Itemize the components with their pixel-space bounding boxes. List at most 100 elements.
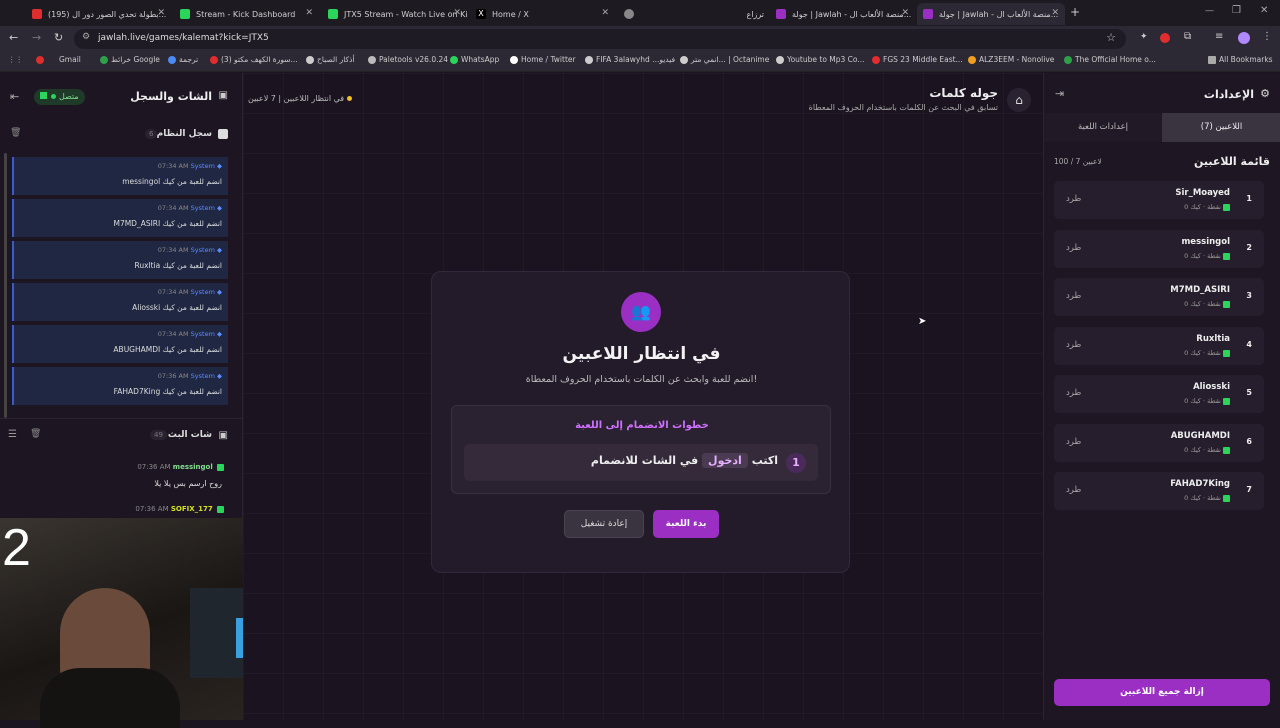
kick-player-button[interactable]: طرد [1066,291,1081,301]
streamer-shoulders [40,668,180,728]
player-row: 6 ABUGHAMDI 0 نقطة · كيك طرد [1054,424,1264,462]
bookmark-maps[interactable]: خرائط Google [100,55,160,64]
trash-icon[interactable]: 🗑 [30,429,41,439]
close-tab-icon[interactable]: ✕ [305,8,313,18]
bookmark-yt-mp3[interactable]: Youtube to Mp3 Co... [776,55,865,64]
log-icon [218,129,228,139]
player-row: 5 Aliosski 0 نقطة · كيك طرد [1054,375,1264,413]
join-steps-box: خطوات الانضمام إلى اللعبة 1 اكتب ادخول ف… [451,405,831,494]
panel-title: الإعدادات [1203,88,1254,101]
menu-icon[interactable]: ⋮ [1262,31,1272,42]
player-row: 4 Ruxltia 0 نقطة · كيك طرد [1054,327,1264,365]
bookmark-paletools[interactable]: Paletools v26.0.24 [368,55,448,64]
forward-icon[interactable]: → [32,31,41,44]
kick-icon [1223,397,1230,405]
browser-tab-active[interactable]: جولة | Jawlah - منصة الألعاب ال... ✕ [917,3,1065,25]
new-tab-icon[interactable]: + [1070,5,1080,19]
modal-subtitle: انضم للعبة وابحث عن الكلمات باستخدام الح… [525,374,758,385]
extension-icon[interactable]: ✦ [1140,32,1148,42]
collapse-panel-icon[interactable]: ⇥ [1055,87,1064,100]
reload-icon[interactable]: ↻ [54,31,63,44]
kick-icon [217,505,224,513]
kick-icon [217,463,224,471]
kick-player-button[interactable]: طرد [1066,437,1081,447]
browser-tab[interactable]: ترزاع [690,3,770,25]
tab-game-settings[interactable]: إعدادات اللعبة [1044,113,1162,142]
x-icon: X [476,9,486,19]
scrollbar[interactable] [4,153,7,418]
page-icon [776,56,784,64]
players-icon: 👥 [621,292,661,332]
bookmark-quran[interactable]: (3) سورة الكهف مكتو... [210,55,298,64]
bookmark-translate[interactable]: ترجمة [168,55,198,64]
page-icon [585,56,593,64]
all-bookmarks[interactable]: All Bookmarks [1208,55,1273,64]
step-item: 1 اكتب ادخول في الشات للانضمام [464,444,818,481]
minimize-icon[interactable]: — [1205,6,1214,16]
browser-tab[interactable]: (195) بطولة تحدي الصور دور ال... ✕ [26,3,171,25]
system-log-title: سجل النظام [156,129,212,139]
collapse-panel-icon[interactable]: ⇤ [10,90,19,103]
media-icon[interactable]: ≡ [1215,31,1223,42]
bookmark-fifa[interactable]: FIFA 3alawyhd ...فيديو [585,55,675,64]
page-title: جوله كلمات [929,86,998,100]
maps-icon [100,56,108,64]
back-icon[interactable]: ← [9,31,18,44]
shield-icon: ◆ [217,162,222,170]
waiting-modal: 👥 في انتظار اللاعبين انضم للعبة وابحث عن… [431,271,850,573]
browser-tab[interactable]: X Home / X ✕ [470,3,615,25]
restart-button[interactable]: إعادة تشغيل [564,510,644,538]
bookmark-whatsapp[interactable]: WhatsApp [450,55,499,64]
live-chat-title: شات البث [167,430,212,440]
bookmark-azkar[interactable]: أذكار الصباح [306,55,355,64]
bookmark-gmail[interactable]: Gmail [36,55,81,64]
page-icon [968,56,976,64]
shield-icon: ◆ [217,372,222,380]
close-tab-icon[interactable]: ✕ [601,8,609,18]
kick-player-button[interactable]: طرد [1066,340,1081,350]
kick-player-button[interactable]: طرد [1066,243,1081,253]
close-tab-icon[interactable]: ✕ [453,8,461,18]
player-row: 7 FAHAD7King 0 نقطة · كيك طرد [1054,472,1264,510]
kick-player-button[interactable]: طرد [1066,194,1081,204]
start-game-button[interactable]: بدء اللعبة [653,510,719,538]
close-window-icon[interactable]: ✕ [1260,5,1268,16]
settings-panel: ⇥ الإعدادات ⚙ اللاعبين (7) إعدادات اللعب… [1043,73,1280,720]
gear-icon: ⚙ [1260,87,1270,100]
close-tab-icon[interactable]: ✕ [901,8,909,18]
app-root: ⇤ متصل الشات والسجل ▣ 🗑 6 سجل النظام 07:… [0,73,1280,728]
bookmark-octanime[interactable]: انمي متر... | Octanime [680,55,769,64]
url-field[interactable]: ⚙ jawlah.live/games/kalemat?kick=JTX5 ☆ [74,29,1126,49]
extension-icon[interactable] [1160,33,1170,43]
bookmark-star-icon[interactable]: ☆ [1106,31,1116,44]
kick-player-button[interactable]: طرد [1066,485,1081,495]
browser-tab[interactable]: Stream - Kick Dashboard ✕ [174,3,319,25]
browser-tab-strip: (195) بطولة تحدي الصور دور ال... ✕ Stream… [0,0,1280,26]
status-dot [51,94,56,99]
bookmark-official[interactable]: The Official Home o... [1064,55,1156,64]
trash-icon[interactable]: 🗑 [10,128,21,138]
home-icon[interactable]: ⌂ [1007,88,1031,112]
bookmark-twitter[interactable]: Home / Twitter [510,55,576,64]
kick-player-button[interactable]: طرد [1066,388,1081,398]
list-icon[interactable]: ☰ [8,429,17,440]
site-info-icon[interactable]: ⚙ [82,32,90,42]
profile-avatar[interactable] [1238,32,1250,44]
close-tab-icon[interactable]: ✕ [1051,8,1059,18]
page-icon [368,56,376,64]
mouse-cursor-icon: ➤ [918,316,927,327]
kick-icon [328,9,338,19]
browser-tab[interactable]: JTX5 Stream - Watch Live on Ki... ✕ [322,3,467,25]
connection-status-badge: متصل [34,89,85,105]
bookmark-fgs[interactable]: FGS 23 Middle East... [872,55,963,64]
youtube-icon [32,9,42,19]
extensions-puzzle-icon[interactable]: ⧉ [1184,31,1191,42]
apps-grid-icon[interactable]: ⋮⋮ [8,55,23,64]
bookmark-alz3eem[interactable]: ALZ3EEM - Nonolive [968,55,1054,64]
browser-tab[interactable]: جولة | Jawlah - منصة الألعاب ال... ✕ [770,3,915,25]
close-tab-icon[interactable]: ✕ [157,8,165,18]
maximize-icon[interactable]: ❐ [1232,5,1241,16]
remove-all-players-button[interactable]: إزالة جميع اللاعبين [1054,679,1270,706]
system-message: 07:34 AM System ◆ Ruxltia انضم للعبة من ك… [12,241,228,279]
tab-players[interactable]: اللاعبين (7) [1162,113,1280,142]
